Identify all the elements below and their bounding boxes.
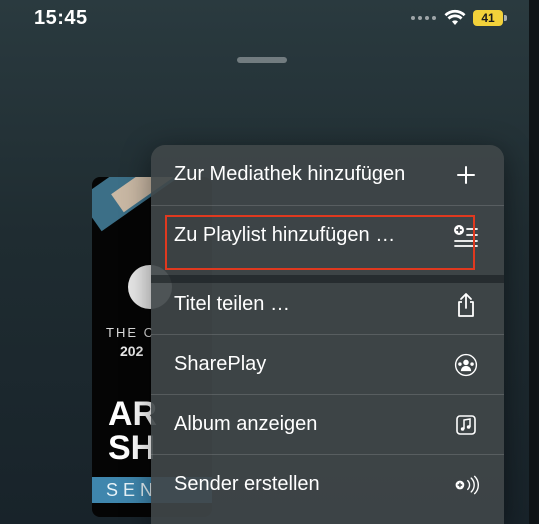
menu-item-shareplay[interactable]: SharePlay [151,335,504,394]
battery-cap [504,15,507,21]
menu-item-label: Zur Mediathek hinzufügen [174,163,406,185]
plus-icon [453,162,479,188]
status-time: 15:45 [34,7,88,29]
battery-icon: 41 [473,10,503,26]
menu-item-show-album[interactable]: Album anzeigen [151,395,504,454]
menu-item-create-station[interactable]: Sender erstellen [151,455,504,514]
cellular-signal-icon [411,16,437,22]
menu-item-label: Titel teilen … [174,293,290,315]
battery-level: 41 [481,11,495,25]
menu-item-label: Album anzeigen [174,413,318,435]
share-icon [453,292,479,318]
album-icon [453,412,479,438]
menu-item-share-song[interactable]: Titel teilen … [151,275,504,334]
sheet-grabber[interactable] [237,57,287,63]
wifi-icon [444,9,466,25]
menu-item-label: SharePlay [174,353,267,375]
shareplay-icon [453,352,479,378]
artwork-text: THE C [106,325,155,340]
right-edge [529,0,539,524]
station-icon [453,472,479,498]
menu-item-label: Sender erstellen [174,473,320,495]
menu-item-add-to-playlist[interactable]: Zu Playlist hinzufügen … [151,206,504,265]
context-menu: Zur Mediathek hinzufügen Zu Playlist hin… [151,145,504,524]
artwork-text: 202 [120,343,144,359]
menu-item-add-to-library[interactable]: Zur Mediathek hinzufügen [151,145,504,204]
add-to-playlist-icon [453,223,479,249]
artwork-title: SH [108,429,156,467]
status-bar: 15:45 41 [0,0,539,40]
menu-item-label: Zu Playlist hinzufügen … [174,224,396,246]
